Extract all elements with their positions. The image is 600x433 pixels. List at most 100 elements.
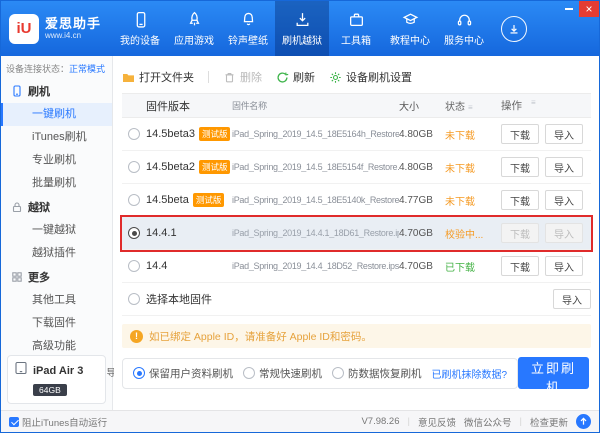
delete-button[interactable]: 删除 <box>223 69 262 85</box>
nav-label: 我的设备 <box>120 35 160 47</box>
filter-icon[interactable]: ≡ <box>468 103 473 112</box>
firmware-status: 未下载 <box>445 163 475 175</box>
sidebar-group-more[interactable]: 更多 <box>1 265 112 289</box>
sidebar-item-one-key-jailbreak[interactable]: 一键越狱 <box>1 219 112 242</box>
beta-badge: 测试版 <box>192 193 225 207</box>
firmware-row[interactable]: 14.5beta3 测试版 iPad_Spring_2019_14.5_18E51… <box>122 118 591 151</box>
sidebar-group-jailbreak[interactable]: 越狱 <box>1 195 112 219</box>
flash-controls: 保留用户资料刷机 常规快速刷机 防数据恢复刷机 已刷机抹除数据? 立即刷机 <box>122 357 591 395</box>
sidebar-item-jailbreak-plugins[interactable]: 越狱插件 <box>1 242 112 265</box>
menu-icon[interactable]: ≡ <box>531 98 536 113</box>
table-header: 固件版本 固件名称 大小 状态 ≡ 操作 ≡ <box>122 94 591 118</box>
import-button[interactable]: 导入 <box>545 190 583 210</box>
firmware-name: iPad_Spring_2019_14.5_18E5140k_Restore.i… <box>232 195 399 205</box>
open-folder-button[interactable]: 打开文件夹 <box>122 69 194 85</box>
anti-recovery-radio[interactable]: 防数据恢复刷机 <box>332 366 422 381</box>
wechat-link[interactable]: 微信公众号 <box>464 415 512 429</box>
sidebar-item-other-tools[interactable]: 其他工具 <box>1 289 112 312</box>
minimize-button[interactable] <box>559 1 579 17</box>
nav-tab-tutorials[interactable]: 教程中心 <box>383 1 437 56</box>
separator: | <box>407 416 410 427</box>
firmware-name: iPad_Spring_2019_14.5_18E5164h_Restore.i… <box>232 129 399 139</box>
close-button[interactable]: × <box>579 1 599 17</box>
update-arrow-icon[interactable] <box>576 414 591 429</box>
download-button[interactable]: 下载 <box>501 157 539 177</box>
toolbox-icon <box>348 11 365 28</box>
group-label: 越狱 <box>28 202 50 214</box>
download-button[interactable]: 下载 <box>501 124 539 144</box>
refresh-icon <box>276 71 289 84</box>
feedback-link[interactable]: 意见反馈 <box>418 415 456 429</box>
topbar: iU 爱思助手 www.i4.cn 我的设备 应用游戏 铃声壁纸 刷机越狱 工具… <box>1 1 599 56</box>
header-size: 大小 <box>399 102 419 113</box>
nav-tab-apps-games[interactable]: 应用游戏 <box>167 1 221 56</box>
keep-data-radio[interactable]: 保留用户资料刷机 <box>133 366 233 381</box>
flash-mode-options: 保留用户资料刷机 常规快速刷机 防数据恢复刷机 已刷机抹除数据? <box>122 357 519 389</box>
block-itunes-checkbox[interactable]: 阻止iTunes自动运行 <box>9 415 107 429</box>
sidebar-item-itunes-flash[interactable]: iTunes刷机 <box>1 126 112 149</box>
radio-circle <box>243 367 255 379</box>
nav-label: 工具箱 <box>341 35 371 47</box>
firmware-row-selected[interactable]: 14.4.1 iPad_Spring_2019_14.4.1_18D61_Res… <box>122 217 591 250</box>
sidebar-item-one-key-flash[interactable]: 一键刷机 <box>1 103 112 126</box>
quick-flash-radio[interactable]: 常规快速刷机 <box>243 366 322 381</box>
sidebar-item-download-firmware[interactable]: 下载固件 <box>1 312 112 335</box>
row-radio[interactable] <box>128 161 140 173</box>
beta-badge: 测试版 <box>198 127 231 141</box>
row-radio[interactable] <box>128 194 140 206</box>
firmware-status: 已下载 <box>445 262 475 274</box>
local-firmware-label: 选择本地固件 <box>146 294 212 306</box>
version-label: V7.98.26 <box>361 416 400 427</box>
app-logo: iU 爱思助手 www.i4.cn <box>1 1 113 56</box>
header-version: 固件版本 <box>146 100 190 113</box>
firmware-row[interactable]: 14.4 iPad_Spring_2019_14.4_18D52_Restore… <box>122 250 591 283</box>
check-update-link[interactable]: 检查更新 <box>530 415 568 429</box>
erase-data-link[interactable]: 已刷机抹除数据? <box>432 366 508 381</box>
group-label: 刷机 <box>28 86 50 98</box>
download-button[interactable]: 下载 <box>501 256 539 276</box>
local-firmware-row[interactable]: 选择本地固件 导入 <box>122 283 591 316</box>
sidebar-item-batch-flash[interactable]: 批量刷机 <box>1 172 112 195</box>
firmware-table: 固件版本 固件名称 大小 状态 ≡ 操作 ≡ 14.5beta3 测试版 iPad_S… <box>122 93 591 316</box>
nav-label: 刷机越狱 <box>282 35 322 47</box>
app-title: 爱思助手 <box>45 15 102 31</box>
sidebar-group-flash[interactable]: 刷机 <box>1 79 112 103</box>
beta-badge: 测试版 <box>198 160 231 174</box>
import-button[interactable]: 导入 <box>545 124 583 144</box>
folder-icon <box>122 71 135 84</box>
connection-status-value: 正常模式 <box>69 64 106 74</box>
separator: | <box>519 416 522 427</box>
download-button-disabled[interactable]: 下载 <box>501 223 539 243</box>
rocket-icon <box>186 11 203 28</box>
flash-now-button[interactable]: 立即刷机 <box>518 357 589 395</box>
import-button[interactable]: 导入 <box>553 289 591 309</box>
firmware-size: 4.80GB <box>399 128 433 140</box>
logo-icon: iU <box>9 13 39 44</box>
graduation-cap-icon <box>402 11 419 28</box>
firmware-row[interactable]: 14.5beta 测试版 iPad_Spring_2019_14.5_18E514… <box>122 184 591 217</box>
sidebar-item-pro-flash[interactable]: 专业刷机 <box>1 149 112 172</box>
download-manager-button[interactable] <box>501 15 527 42</box>
import-button[interactable]: 导入 <box>545 157 583 177</box>
firmware-row[interactable]: 14.5beta2 测试版 iPad_Spring_2019_14.5_18E51… <box>122 151 591 184</box>
radio-label: 保留用户资料刷机 <box>149 367 233 380</box>
firmware-toolbar: 打开文件夹 删除 刷新 设备刷机设置 <box>122 64 591 90</box>
row-radio-selected[interactable] <box>128 227 140 239</box>
download-button[interactable]: 下载 <box>501 190 539 210</box>
connection-status-label: 设备连接状态： <box>6 64 70 74</box>
nav-tab-toolbox[interactable]: 工具箱 <box>329 1 383 56</box>
header-status: 状态 ≡ <box>445 102 473 113</box>
row-radio[interactable] <box>128 293 140 305</box>
firmware-status: 未下载 <box>445 130 475 142</box>
nav-tab-service[interactable]: 服务中心 <box>437 1 491 56</box>
row-radio[interactable] <box>128 128 140 140</box>
import-button[interactable]: 导入 <box>545 256 583 276</box>
nav-tab-my-device[interactable]: 我的设备 <box>113 1 167 56</box>
refresh-button[interactable]: 刷新 <box>276 69 315 85</box>
nav-tab-flash-jailbreak[interactable]: 刷机越狱 <box>275 1 329 56</box>
row-radio[interactable] <box>128 260 140 272</box>
device-flash-settings-button[interactable]: 设备刷机设置 <box>329 69 412 85</box>
lock-icon <box>11 201 23 213</box>
nav-tab-ringtones-wallpapers[interactable]: 铃声壁纸 <box>221 1 275 56</box>
import-button-disabled[interactable]: 导入 <box>545 223 583 243</box>
